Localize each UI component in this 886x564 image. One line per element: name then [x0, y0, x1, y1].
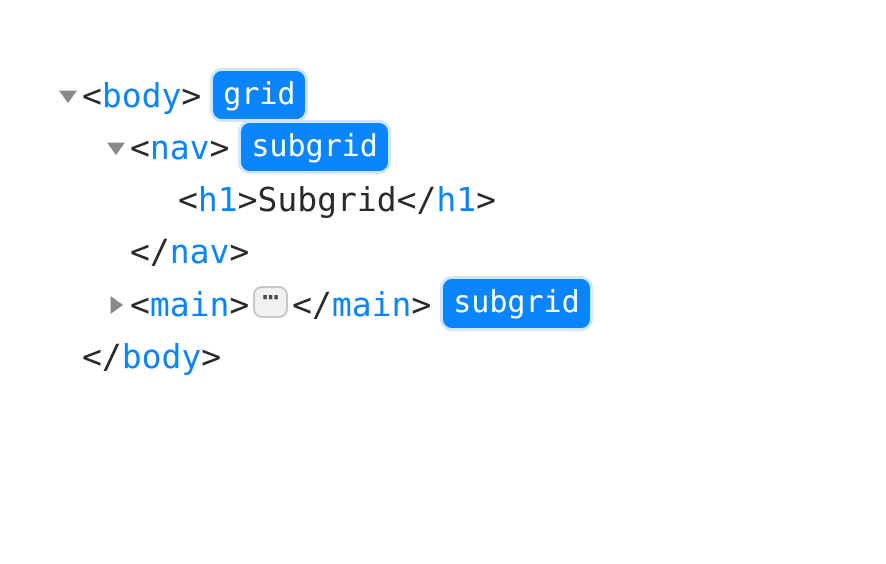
angle-open-slash: </	[82, 331, 122, 383]
dom-tree: <body> grid <nav> subgrid <h1>Subgrid</h…	[0, 0, 886, 383]
angle-close: >	[201, 331, 221, 383]
tree-row-body-open[interactable]: <body> grid	[54, 70, 886, 122]
disclosure-triangle-right-icon[interactable]	[102, 296, 130, 314]
angle-close: >	[238, 174, 258, 226]
tag-name: nav	[150, 122, 210, 174]
disclosure-triangle-down-icon[interactable]	[102, 139, 130, 157]
angle-open-slash: </	[130, 226, 170, 278]
tag-name: main	[150, 279, 229, 331]
tree-row-main[interactable]: <main> ⋯ </main> subgrid	[54, 279, 886, 331]
angle-close: >	[476, 174, 496, 226]
tag-name-close: h1	[436, 174, 476, 226]
angle-close: >	[229, 279, 249, 331]
tag-name: h1	[198, 174, 238, 226]
tag-name-close: nav	[170, 226, 230, 278]
angle-close: >	[181, 70, 201, 122]
tree-row-body-close[interactable]: </body>	[54, 331, 886, 383]
angle-open: <	[130, 122, 150, 174]
angle-open: <	[178, 174, 198, 226]
tag-name-close: main	[332, 279, 411, 331]
disclosure-triangle-down-icon[interactable]	[54, 87, 82, 105]
tree-row-nav-close[interactable]: </nav>	[54, 226, 886, 278]
angle-close: >	[209, 122, 229, 174]
text-node: Subgrid	[258, 174, 397, 226]
angle-close: >	[229, 226, 249, 278]
tag-name: body	[102, 70, 181, 122]
angle-open-slash: </	[292, 279, 332, 331]
layout-badge-subgrid[interactable]: subgrid	[241, 123, 387, 171]
angle-open-slash: </	[397, 174, 437, 226]
layout-badge-subgrid[interactable]: subgrid	[443, 279, 589, 327]
angle-open: <	[82, 70, 102, 122]
angle-open: <	[130, 279, 150, 331]
collapsed-ellipsis-icon[interactable]: ⋯	[253, 286, 288, 318]
tag-name-close: body	[122, 331, 201, 383]
layout-badge-grid[interactable]: grid	[213, 71, 305, 119]
tree-row-h1[interactable]: <h1>Subgrid</h1>	[54, 174, 886, 226]
angle-close: >	[411, 279, 431, 331]
tree-row-nav-open[interactable]: <nav> subgrid	[54, 122, 886, 174]
